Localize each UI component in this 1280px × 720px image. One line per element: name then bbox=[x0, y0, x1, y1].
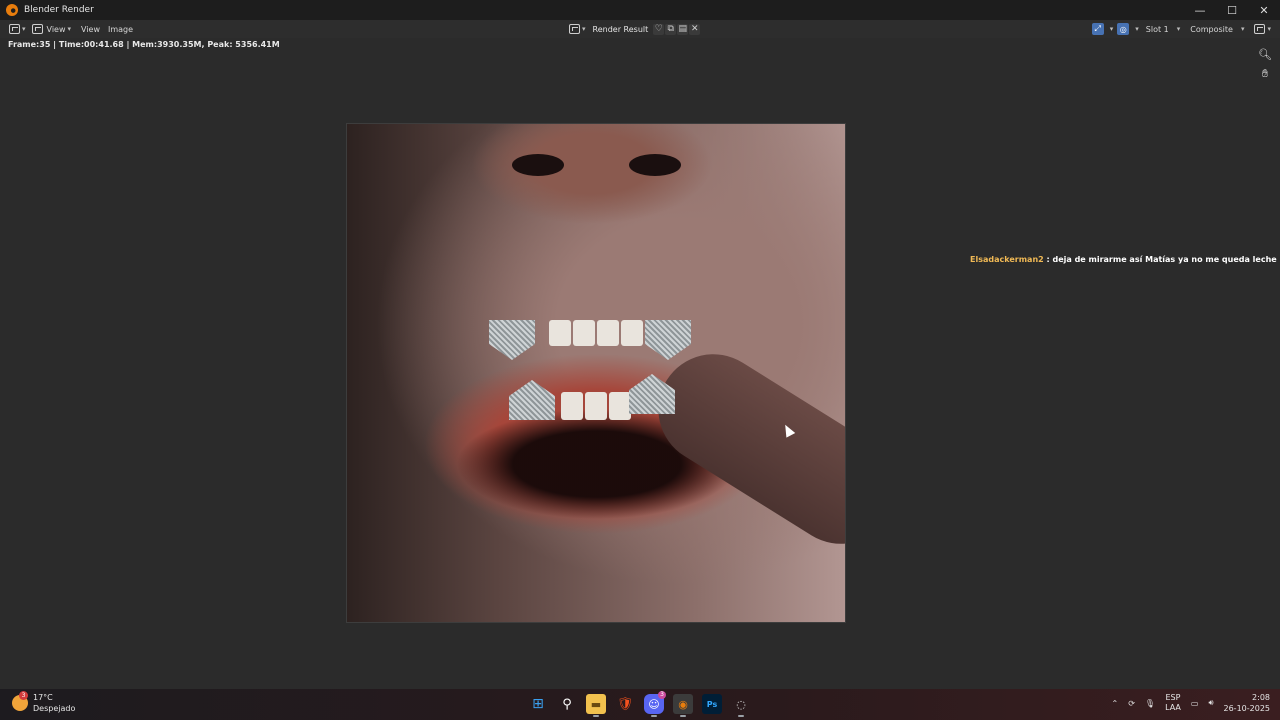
obs-icon[interactable]: ◌ bbox=[731, 694, 751, 717]
maximize-button[interactable]: ☐ bbox=[1216, 0, 1248, 20]
discord-icon[interactable]: ☺ 3 bbox=[644, 691, 666, 717]
chevron-down-icon: ▾ bbox=[1267, 25, 1271, 33]
view-mode-label: View bbox=[46, 24, 66, 34]
temperature: 17°C bbox=[33, 693, 53, 702]
blender-logo-icon bbox=[6, 4, 18, 16]
minimize-button[interactable]: — bbox=[1184, 0, 1216, 20]
image-selector: ▾ Render Result ♡ ⧉ ▤ ✕ bbox=[566, 21, 701, 37]
window-title: Blender Render bbox=[24, 5, 94, 15]
display-channels-button[interactable]: ▾ bbox=[1251, 21, 1274, 37]
render-pass-dropdown[interactable]: Composite ▾ bbox=[1187, 25, 1247, 34]
slot-dropdown[interactable]: Slot 1 ▾ bbox=[1143, 25, 1183, 34]
open-folder-icon[interactable]: ▤ bbox=[677, 23, 689, 35]
gizmo-toggle-icon[interactable]: ⤢ bbox=[1091, 23, 1104, 35]
network-icon[interactable]: ▭ bbox=[1191, 699, 1199, 708]
chevron-down-icon: ▾ bbox=[1176, 25, 1181, 33]
chevron-down-icon[interactable]: ▾ bbox=[1135, 25, 1139, 33]
image-detail bbox=[561, 392, 631, 420]
photoshop-icon[interactable]: Ps bbox=[702, 694, 722, 714]
input-language[interactable]: ESP LAA bbox=[1165, 693, 1181, 713]
microphone-icon[interactable]: 🎙︎ bbox=[1145, 699, 1155, 708]
discord-badge: 3 bbox=[658, 691, 666, 699]
image-name-field[interactable]: Render Result bbox=[588, 21, 653, 37]
language-code: ESP bbox=[1165, 693, 1181, 702]
volume-icon[interactable]: 🔊︎ bbox=[1208, 698, 1213, 708]
image-detail bbox=[489, 320, 535, 360]
view-menu[interactable]: View bbox=[78, 21, 103, 37]
chat-text: : deja de mirarme así Matías ya no me qu… bbox=[1046, 255, 1280, 264]
chat-message: Elsadackerman2 : deja de mirarme así Mat… bbox=[970, 255, 1280, 264]
image-detail bbox=[629, 154, 681, 176]
weather-widget[interactable]: 3 17°C Despejado bbox=[12, 691, 76, 714]
title-bar: Blender Render — ☐ ✕ bbox=[0, 0, 1280, 20]
browse-image-button[interactable]: ▾ bbox=[566, 21, 589, 37]
unlink-icon[interactable]: ✕ bbox=[689, 23, 701, 35]
image-detail bbox=[509, 380, 555, 420]
channels-icon bbox=[1254, 24, 1266, 34]
chevron-down-icon: ▾ bbox=[67, 25, 72, 33]
chevron-down-icon[interactable]: ▾ bbox=[1110, 25, 1114, 33]
hand-icon[interactable]: ✋︎ bbox=[1258, 67, 1272, 81]
image-detail bbox=[549, 320, 643, 346]
slot-label: Slot 1 bbox=[1145, 24, 1169, 34]
search-icon[interactable]: ⚲ bbox=[557, 694, 577, 714]
blender-icon[interactable]: ◉ bbox=[673, 694, 693, 717]
system-tray: ⌃ ⟳ 🎙︎ ESP LAA ▭ 🔊︎ 2:08 26-10-2025 bbox=[1112, 692, 1270, 714]
file-explorer-icon[interactable]: ▬ bbox=[586, 694, 606, 717]
view-mode-dropdown[interactable]: View ▾ bbox=[29, 21, 75, 37]
image-detail bbox=[637, 333, 845, 565]
keyboard-layout: LAA bbox=[1165, 703, 1181, 712]
moon-icon: 3 bbox=[12, 691, 28, 711]
chat-username: Elsadackerman2 bbox=[970, 255, 1044, 264]
image-icon bbox=[569, 24, 580, 34]
taskbar: 3 17°C Despejado ⊞ ⚲ ▬ 🛡︎ ☺ 3 ◉ Ps ◌ ⌃ ⟳ … bbox=[0, 689, 1280, 720]
chevron-down-icon: ▾ bbox=[1240, 25, 1245, 33]
header-right: ⤢ ▾ ◎ ▾ Slot 1 ▾ Composite ▾ ▾ bbox=[1091, 21, 1274, 37]
image-editor-header: ▾ View ▾ View Image ▾ Render Result ♡ ⧉ ▤… bbox=[0, 20, 1280, 38]
weather-badge: 3 bbox=[19, 691, 28, 700]
brave-icon[interactable]: 🛡︎ bbox=[615, 694, 635, 714]
overlay-toggle-icon[interactable]: ◎ bbox=[1117, 23, 1130, 35]
weather-condition: Despejado bbox=[33, 704, 76, 713]
render-stats: Frame:35 | Time:00:41.68 | Mem:3930.35M,… bbox=[8, 40, 280, 49]
image-icon bbox=[31, 24, 43, 34]
image-detail bbox=[512, 154, 564, 176]
window-controls: — ☐ ✕ bbox=[1184, 0, 1280, 20]
clock[interactable]: 2:08 26-10-2025 bbox=[1224, 692, 1271, 714]
chevron-down-icon: ▾ bbox=[22, 25, 26, 33]
close-button[interactable]: ✕ bbox=[1248, 0, 1280, 20]
sync-icon[interactable]: ⟳ bbox=[1128, 699, 1135, 708]
editor-type-icon bbox=[9, 24, 20, 34]
clock-time: 2:08 bbox=[1252, 693, 1270, 702]
editor-type-button[interactable]: ▾ bbox=[6, 21, 29, 37]
render-image bbox=[346, 123, 846, 623]
image-menu[interactable]: Image bbox=[105, 21, 136, 37]
fake-user-icon[interactable]: ♡ bbox=[653, 23, 665, 35]
image-detail bbox=[645, 320, 691, 360]
duplicate-icon[interactable]: ⧉ bbox=[665, 23, 677, 35]
zoom-icon[interactable]: 🔍︎ bbox=[1258, 47, 1272, 61]
chevron-down-icon: ▾ bbox=[582, 25, 586, 33]
clock-date: 26-10-2025 bbox=[1223, 704, 1271, 713]
taskbar-apps: ⊞ ⚲ ▬ 🛡︎ ☺ 3 ◉ Ps ◌ bbox=[528, 691, 751, 717]
chevron-up-icon[interactable]: ⌃ bbox=[1112, 699, 1119, 708]
render-pass-label: Composite bbox=[1190, 24, 1233, 34]
windows-start-icon[interactable]: ⊞ bbox=[528, 694, 548, 714]
